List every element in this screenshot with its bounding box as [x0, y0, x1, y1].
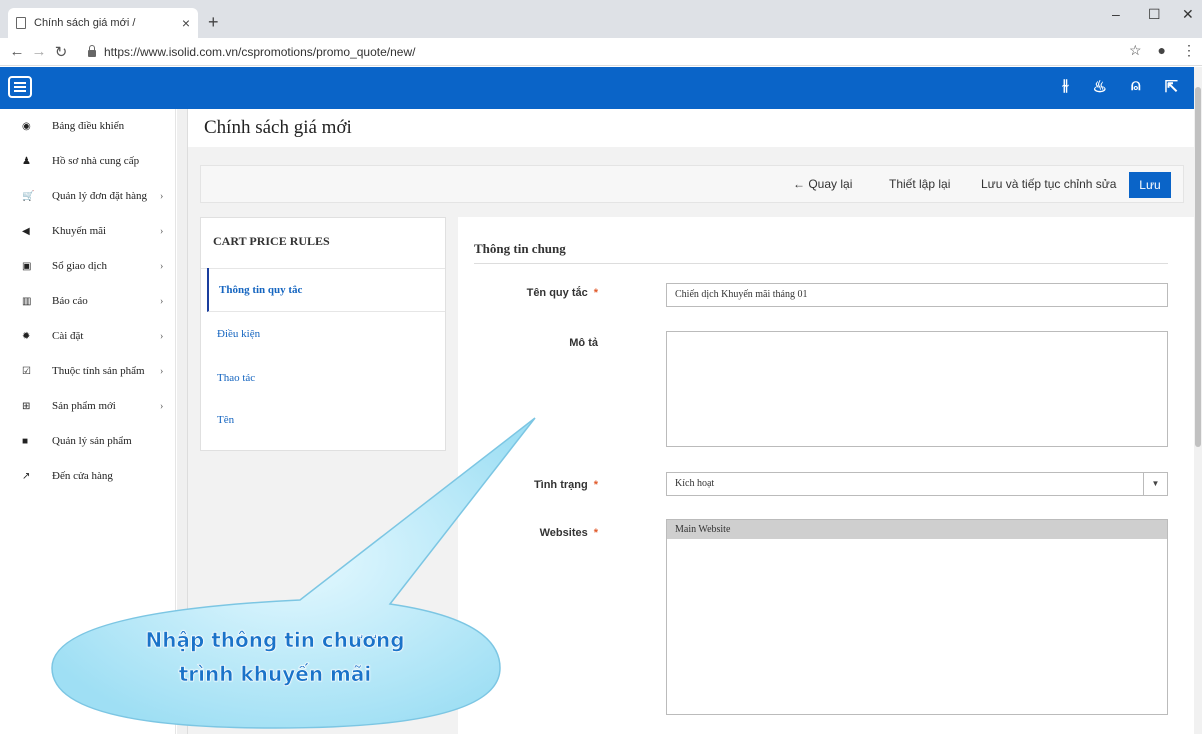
forward-arrow-icon[interactable]: →	[28, 43, 50, 60]
sidebar-item[interactable]: ☑ Thuộc tính sản phẩm ›	[0, 354, 176, 388]
rule-name-label: Tên quy tắc *	[526, 287, 598, 299]
bar-chart-icon: ▥	[22, 295, 32, 307]
chevron-right-icon: ›	[160, 365, 164, 377]
sidebar-item-label: Khuyến mãi	[52, 225, 107, 237]
address-bar: ← → ↻ https://www.isolid.com.vn/cspromot…	[0, 38, 1202, 66]
browser-tab-bar: Chính sách giá mới / × + – ☐ ✕	[0, 0, 1202, 38]
chevron-down-icon[interactable]: ▼	[1143, 473, 1167, 495]
sidebar-item-label: Báo cáo	[52, 295, 88, 307]
rule-name-input[interactable]: Chiến dịch Khuyến mãi tháng 01	[666, 283, 1168, 307]
external-link-icon[interactable]: ⇱	[1165, 77, 1178, 97]
divider	[474, 263, 1168, 264]
websites-multiselect[interactable]: Main Website	[666, 519, 1168, 715]
profile-icon[interactable]: ⍝	[1131, 77, 1141, 97]
status-selected-value: Kích hoạt	[675, 478, 715, 489]
sidebar-item-label: Hồ sơ nhà cung cấp	[52, 155, 140, 167]
sidebar-item-label: Thuộc tính sản phẩm	[52, 365, 145, 377]
more-menu-icon[interactable]: ⋮	[1182, 42, 1196, 59]
account-icon[interactable]: ●	[1158, 42, 1166, 59]
tab-rule-info[interactable]: Thông tin quy tắc	[207, 268, 445, 312]
chevron-right-icon: ›	[160, 295, 164, 307]
rules-panel-title: CART PRICE RULES	[213, 234, 330, 248]
chevron-right-icon: ›	[160, 330, 164, 342]
chevron-right-icon: ›	[160, 190, 164, 202]
url-field[interactable]: https://www.isolid.com.vn/cspromotions/p…	[88, 42, 1108, 62]
sidebar-item[interactable]: ◉ Bảng điều khiển	[0, 109, 176, 143]
app-header: ⫳ ♨ ⍝ ⇱	[0, 67, 1202, 109]
page-scrollbar[interactable]	[1194, 67, 1202, 734]
description-label: Mô tả	[569, 337, 598, 349]
tab-labels[interactable]: Tên	[207, 398, 445, 442]
sidebar-item[interactable]: 🛒 Quản lý đơn đặt hàng ›	[0, 179, 176, 213]
tab-title: Chính sách giá mới /	[34, 17, 136, 29]
sidebar-item-label: Đến cửa hàng	[52, 470, 113, 482]
reset-button[interactable]: Thiết lập lại	[889, 177, 950, 191]
sidebar-item[interactable]: ■ Quản lý sản phẩm	[0, 424, 176, 458]
gear-icon: ✹	[22, 330, 31, 342]
external-link-icon: ↗	[22, 470, 31, 482]
save-continue-button[interactable]: Lưu và tiếp tục chỉnh sửa	[981, 177, 1116, 191]
reload-icon[interactable]: ↻	[50, 43, 72, 61]
chevron-right-icon: ›	[160, 225, 164, 237]
sidebar-item-label: Sổ giao dịch	[52, 260, 107, 272]
lock-icon	[88, 44, 96, 57]
callout-text: Nhập thông tin chương trình khuyến mãi	[145, 628, 405, 687]
sidebar-item-label: Sản phẩm mới	[52, 400, 116, 412]
sidebar-item-label: Quản lý sản phẩm	[52, 435, 132, 447]
maximize-button[interactable]: ☐	[1148, 6, 1161, 23]
close-window-button[interactable]: ✕	[1182, 6, 1194, 23]
save-button[interactable]: Lưu	[1129, 172, 1171, 198]
sidebar-item[interactable]: ◀ Khuyến mãi ›	[0, 214, 176, 248]
sidebar-item[interactable]: ✹ Cài đặt ›	[0, 319, 176, 353]
sidebar-item[interactable]: ♟ Hồ sơ nhà cung cấp	[0, 144, 176, 178]
hamburger-menu-icon[interactable]	[8, 76, 32, 98]
plus-square-icon: ⊞	[22, 400, 31, 412]
status-label: Tình trạng *	[533, 479, 598, 491]
page-title: Chính sách giá mới	[204, 117, 352, 138]
browser-tab[interactable]: Chính sách giá mới / ×	[8, 8, 198, 38]
back-button[interactable]: ← Quay lại	[793, 177, 852, 191]
tab-actions[interactable]: Thao tác	[207, 356, 445, 400]
chevron-right-icon: ›	[160, 400, 164, 412]
website-option[interactable]: Main Website	[667, 520, 1167, 539]
cart-icon: 🛒	[22, 190, 35, 202]
page-icon	[16, 17, 26, 29]
minimize-button[interactable]: –	[1112, 6, 1120, 22]
scrollbar-thumb[interactable]	[1195, 87, 1201, 447]
description-textarea[interactable]	[666, 331, 1168, 447]
star-icon[interactable]: ☆	[1129, 42, 1142, 59]
section-title: Thông tin chung	[474, 241, 566, 256]
folder-icon: ■	[22, 435, 29, 447]
new-tab-button[interactable]: +	[208, 12, 219, 33]
websites-label: Websites *	[539, 527, 598, 539]
address-bar-actions: ☆ ● ⋮	[1129, 42, 1196, 59]
chevron-right-icon: ›	[160, 260, 164, 272]
action-bar: ← Quay lại Thiết lập lại Lưu và tiếp tục…	[200, 165, 1184, 203]
notifications-icon[interactable]: ⫳	[1062, 77, 1069, 97]
sidebar-item[interactable]: ▣ Sổ giao dịch ›	[0, 249, 176, 283]
status-select[interactable]: Kích hoạt ▼	[666, 472, 1168, 496]
megaphone-icon: ◀	[22, 225, 30, 237]
back-arrow-icon[interactable]: ←	[6, 43, 28, 60]
header-icons: ⫳ ♨ ⍝ ⇱	[1062, 77, 1178, 97]
money-icon: ▣	[22, 260, 32, 272]
sidebar-item-label: Bảng điều khiển	[52, 120, 125, 132]
sidebar-item-label: Cài đặt	[52, 330, 84, 342]
url-text: https://www.isolid.com.vn/cspromotions/p…	[104, 45, 416, 59]
sidebar-item[interactable]: ↗ Đến cửa hàng	[0, 459, 176, 493]
tab-close-icon[interactable]: ×	[182, 15, 190, 31]
cart-price-rules-panel: CART PRICE RULES Thông tin quy tắc Điều …	[200, 217, 446, 451]
checkbox-icon: ☑	[22, 365, 31, 377]
tab-conditions[interactable]: Điều kiện	[207, 312, 445, 356]
page-header: Chính sách giá mới	[188, 109, 1194, 147]
dashboard-icon: ◉	[22, 120, 31, 132]
user-icon: ♟	[22, 155, 31, 167]
general-info-form: Thông tin chung Tên quy tắc * Chiến dịch …	[458, 217, 1194, 734]
sidebar-item[interactable]: ▥ Báo cáo ›	[0, 284, 176, 318]
sidebar-item-label: Quản lý đơn đặt hàng	[52, 190, 148, 202]
sidebar-item[interactable]: ⊞ Sản phẩm mới ›	[0, 389, 176, 423]
messages-icon[interactable]: ♨	[1093, 77, 1107, 97]
